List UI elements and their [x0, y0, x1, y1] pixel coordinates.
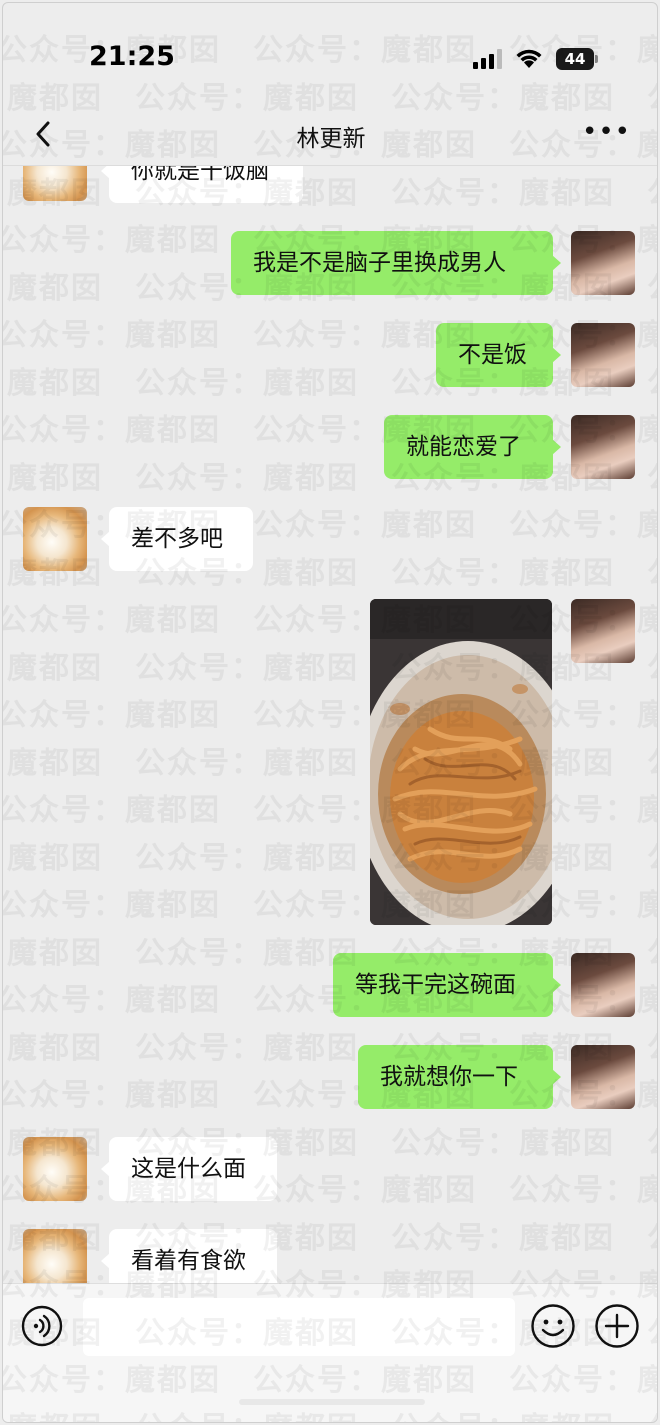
message-bubble-received[interactable]: 看着有食欲 — [101, 1229, 277, 1283]
contact-avatar[interactable] — [23, 507, 87, 571]
emoji-icon[interactable] — [530, 1303, 576, 1349]
food-photo[interactable] — [370, 599, 552, 925]
message-bubble-received[interactable]: 你就是干饭脑 — [101, 165, 303, 203]
status-bar: 21:25 44 — [3, 3, 657, 103]
message-bubble-sent[interactable]: 我就想你一下 — [358, 1045, 561, 1109]
message-bubble-received[interactable]: 这是什么面 — [101, 1137, 277, 1201]
user-avatar[interactable] — [571, 599, 635, 663]
signal-icon — [473, 49, 502, 69]
more-icon[interactable]: ••• — [582, 117, 631, 147]
contact-avatar[interactable] — [23, 1229, 87, 1283]
user-avatar[interactable] — [571, 953, 635, 1017]
plus-icon[interactable] — [594, 1303, 640, 1349]
noodle-bowl-image — [370, 599, 552, 925]
chat-header: 林更新 ••• — [3, 103, 657, 166]
user-avatar[interactable] — [571, 323, 635, 387]
home-indicator — [239, 1399, 425, 1405]
message-bubble-sent[interactable]: 就能恋爱了 — [384, 415, 561, 479]
message-input[interactable] — [83, 1298, 515, 1356]
voice-icon[interactable] — [21, 1305, 63, 1347]
status-time: 21:25 — [89, 41, 175, 72]
user-avatar[interactable] — [571, 1045, 635, 1109]
contact-avatar[interactable] — [23, 1137, 87, 1201]
wifi-icon — [516, 49, 542, 68]
phone-screen: 21:25 44 林更新 ••• 你就是干饭脑 我是不是脑子里换成男人 不是饭 — [2, 2, 658, 1423]
contact-avatar[interactable] — [23, 165, 87, 201]
input-bar — [3, 1283, 657, 1422]
message-bubble-sent[interactable]: 等我干完这碗面 — [333, 953, 561, 1017]
message-bubble-sent[interactable]: 不是饭 — [436, 323, 561, 387]
user-avatar[interactable] — [571, 415, 635, 479]
message-bubble-received[interactable]: 差不多吧 — [101, 507, 253, 571]
message-bubble-sent[interactable]: 我是不是脑子里换成男人 — [231, 231, 561, 295]
user-avatar[interactable] — [571, 231, 635, 295]
battery-indicator: 44 — [556, 48, 598, 70]
message-list[interactable]: 你就是干饭脑 我是不是脑子里换成男人 不是饭 就能恋爱了 差不多吧 等我干完这碗… — [3, 165, 657, 1283]
chat-title: 林更新 — [296, 126, 366, 152]
